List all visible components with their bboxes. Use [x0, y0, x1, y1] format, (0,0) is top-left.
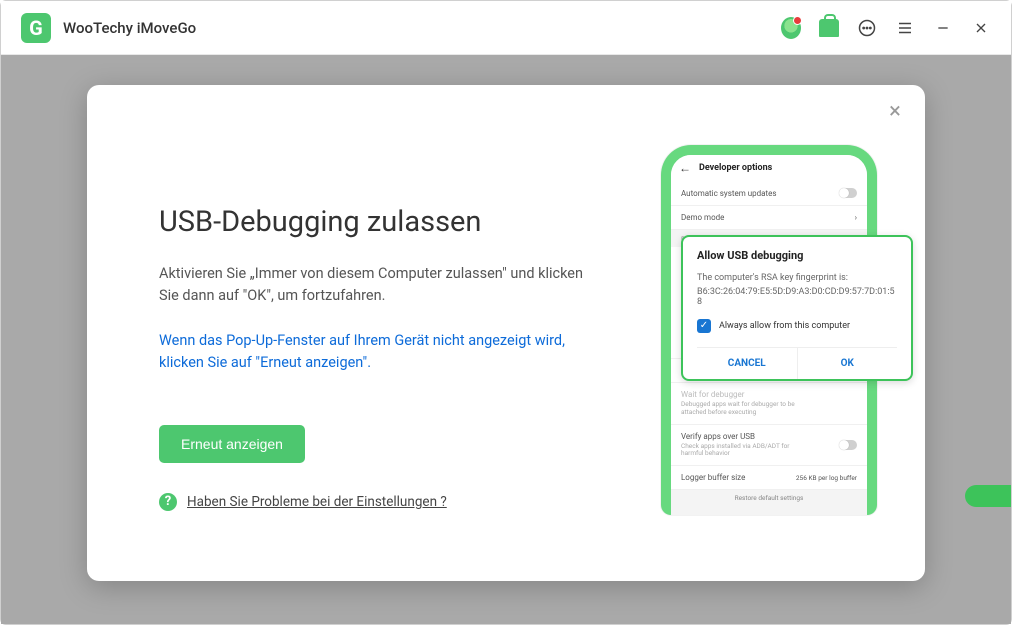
- menu-icon[interactable]: [895, 18, 915, 38]
- phone-row-wait-debugger: Wait for debugger Debugged apps wait for…: [671, 383, 867, 425]
- popup-checkbox-label: Always allow from this computer: [719, 321, 850, 331]
- popup-cancel-button: CANCEL: [697, 348, 798, 379]
- titlebar-icons: [781, 18, 991, 38]
- modal-instruction: Aktivieren Sie „Immer von diesem Compute…: [159, 263, 605, 308]
- back-arrow-icon: ←: [679, 161, 691, 175]
- modal-hint: Wenn das Pop-Up-Fenster auf Ihrem Gerät …: [159, 330, 605, 375]
- phone-row-label: Logger buffer size: [681, 473, 745, 482]
- popup-ok-button: OK: [798, 348, 898, 379]
- phone-row-demo: Demo mode ›: [671, 206, 867, 230]
- phone-row-label: Wait for debugger: [681, 390, 811, 399]
- popup-buttons: CANCEL OK: [697, 347, 897, 379]
- help-link[interactable]: Haben Sie Probleme bei der Einstellungen…: [187, 494, 447, 510]
- phone-row-label: Verify apps over USB: [681, 432, 811, 441]
- phone-screen-title: Developer options: [699, 163, 772, 173]
- phone-row-sub: 256 KB per log buffer: [796, 474, 857, 482]
- phone-side-button: [665, 305, 669, 331]
- phone-footer: Restore default settings: [671, 490, 867, 506]
- phone-side-button: [665, 340, 669, 366]
- toggle-icon: [839, 188, 857, 198]
- phone-row-verify-usb: Verify apps over USB Check apps installe…: [671, 425, 867, 467]
- popup-title: Allow USB debugging: [697, 249, 897, 262]
- feedback-icon[interactable]: [857, 18, 877, 38]
- account-icon[interactable]: [781, 18, 801, 38]
- shop-icon[interactable]: [819, 18, 839, 38]
- app-logo: G: [21, 13, 51, 43]
- modal-illustration: ← Developer options Automatic system upd…: [635, 85, 925, 581]
- app-title: WooTechy iMoveGo: [63, 19, 196, 37]
- phone-row-label: Demo mode: [681, 213, 724, 222]
- modal-content: USB-Debugging zulassen Aktivieren Sie „I…: [87, 85, 635, 581]
- usb-debug-modal: × USB-Debugging zulassen Aktivieren Sie …: [87, 85, 925, 581]
- phone-row-auto-updates: Automatic system updates: [671, 181, 867, 206]
- retry-button[interactable]: Erneut anzeigen: [159, 425, 305, 463]
- checkbox-checked-icon: ✓: [697, 319, 711, 333]
- phone-row-label: Automatic system updates: [681, 189, 776, 198]
- phone-row-sub: Check apps installed via ADB/ADT for har…: [681, 443, 811, 459]
- toggle-icon: [839, 440, 857, 450]
- titlebar: G WooTechy iMoveGo: [1, 1, 1011, 55]
- popup-text: The computer's RSA key fingerprint is:: [697, 272, 897, 285]
- content-backdrop: × USB-Debugging zulassen Aktivieren Sie …: [1, 55, 1011, 624]
- side-tab[interactable]: [965, 485, 1011, 507]
- phone-side-button: [665, 270, 669, 296]
- chevron-right-icon: ›: [855, 213, 857, 222]
- phone-row-sub: Debugged apps wait for debugger to be at…: [681, 401, 811, 417]
- popup-checkbox-row: ✓ Always allow from this computer: [697, 319, 897, 333]
- popup-fingerprint: B6:3C:26:04:79:E5:5D:D9:A3:D0:CD:D9:57:7…: [697, 287, 897, 307]
- help-icon: ?: [159, 493, 177, 511]
- modal-title: USB-Debugging zulassen: [159, 205, 605, 239]
- usb-permission-popup: Allow USB debugging The computer's RSA k…: [681, 235, 913, 381]
- phone-dev-header: ← Developer options: [671, 155, 867, 181]
- minimize-icon[interactable]: [933, 18, 953, 38]
- close-window-icon[interactable]: [971, 18, 991, 38]
- phone-row-logger: Logger buffer size 256 KB per log buffer: [671, 466, 867, 490]
- help-row: ? Haben Sie Probleme bei der Einstellung…: [159, 493, 605, 511]
